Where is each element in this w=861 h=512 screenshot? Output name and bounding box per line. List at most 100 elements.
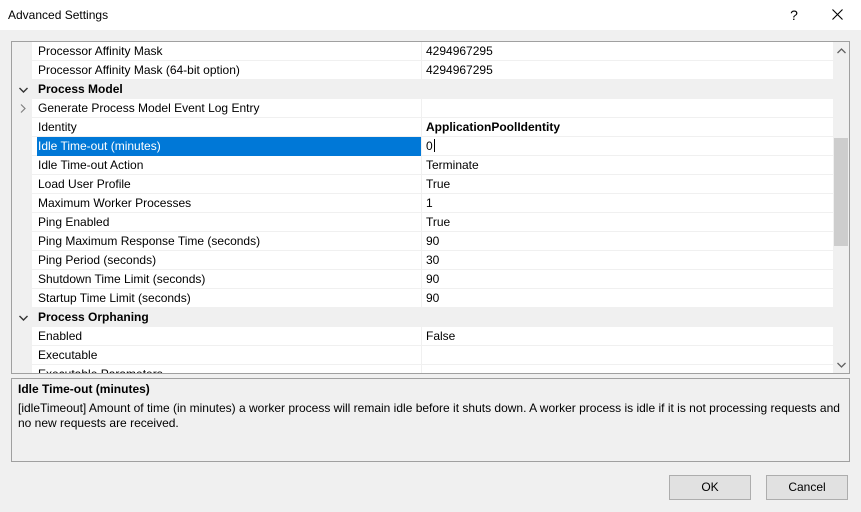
property-row[interactable]: Startup Time Limit (seconds) 90 <box>12 289 833 308</box>
column-divider <box>421 365 422 373</box>
property-value[interactable]: 90 <box>426 289 826 308</box>
property-value[interactable]: 90 <box>426 270 826 289</box>
category-label: Process Model <box>38 82 123 96</box>
property-value-text: 4294967295 <box>426 63 493 77</box>
collapse-chevron-icon[interactable] <box>16 308 30 327</box>
property-name: Idle Time-out Action <box>38 158 144 172</box>
column-divider <box>421 156 422 175</box>
column-divider <box>421 289 422 308</box>
property-row[interactable]: Ping Enabled True <box>12 213 833 232</box>
column-divider <box>421 251 422 270</box>
collapse-chevron-icon[interactable] <box>16 80 30 99</box>
property-name: Idle Time-out (minutes) <box>37 137 421 156</box>
property-row[interactable]: Idle Time-out Action Terminate <box>12 156 833 175</box>
row-gutter <box>12 61 32 80</box>
property-value-editor[interactable]: 0 <box>426 137 826 156</box>
close-button[interactable] <box>822 4 852 26</box>
property-name: Ping Maximum Response Time (seconds) <box>38 234 261 248</box>
column-divider <box>421 42 422 61</box>
vertical-scrollbar[interactable] <box>833 42 849 373</box>
row-gutter <box>12 213 32 232</box>
property-value-text: 1 <box>426 196 433 210</box>
property-value[interactable]: True <box>426 213 826 232</box>
ok-button[interactable]: OK <box>669 475 751 500</box>
scroll-thumb[interactable] <box>834 138 848 246</box>
row-gutter <box>12 365 32 373</box>
property-value[interactable]: 90 <box>426 232 826 251</box>
property-name: Ping Period (seconds) <box>38 253 157 267</box>
chevron-up-icon <box>836 47 846 53</box>
property-value-text: ApplicationPoolIdentity <box>426 120 560 134</box>
property-value-text: 30 <box>426 253 440 267</box>
property-row[interactable]: Executable Parameters <box>12 365 833 373</box>
row-gutter <box>12 289 32 308</box>
property-value[interactable]: 4294967295 <box>426 61 826 80</box>
property-name: Ping Enabled <box>38 215 110 229</box>
property-value-text: 90 <box>426 234 440 248</box>
row-gutter <box>12 156 32 175</box>
property-grid: Processor Affinity Mask 4294967295 Process… <box>11 41 850 374</box>
property-value[interactable]: 30 <box>426 251 826 270</box>
property-row[interactable]: Processor Affinity Mask 4294967295 <box>12 42 833 61</box>
property-value[interactable] <box>426 346 826 365</box>
row-gutter <box>12 175 32 194</box>
category-label: Process Orphaning <box>38 310 149 324</box>
property-name: Shutdown Time Limit (seconds) <box>38 272 206 286</box>
property-value[interactable]: False <box>426 327 826 346</box>
property-value[interactable] <box>426 99 826 118</box>
property-value[interactable] <box>426 365 826 373</box>
column-divider <box>421 175 422 194</box>
property-row[interactable]: Executable <box>12 346 833 365</box>
help-button[interactable]: ? <box>780 4 808 26</box>
property-row[interactable]: Load User Profile True <box>12 175 833 194</box>
property-name: Executable Parameters <box>37 365 421 373</box>
property-value[interactable]: 4294967295 <box>426 42 826 61</box>
row-gutter <box>12 270 32 289</box>
row-gutter <box>12 346 32 365</box>
property-value[interactable]: ApplicationPoolIdentity <box>426 118 826 137</box>
description-panel: Idle Time-out (minutes) [idleTimeout] Am… <box>11 378 850 462</box>
column-divider <box>421 346 422 365</box>
category-row[interactable]: Process Model <box>12 80 833 99</box>
description-title: Idle Time-out (minutes) <box>18 382 150 396</box>
property-value[interactable]: Terminate <box>426 156 826 175</box>
column-divider <box>421 118 422 137</box>
property-row[interactable]: Idle Time-out (minutes) 0 <box>12 137 833 156</box>
property-value-text: Terminate <box>426 158 479 172</box>
property-name: Identity <box>38 120 77 134</box>
property-name: Processor Affinity Mask (64-bit option) <box>38 63 240 77</box>
expand-chevron-icon[interactable] <box>16 99 30 118</box>
property-value-text: True <box>426 215 451 229</box>
property-name: Startup Time Limit (seconds) <box>38 291 191 305</box>
column-divider <box>421 213 422 232</box>
property-row[interactable]: Shutdown Time Limit (seconds) 90 <box>12 270 833 289</box>
window-title: Advanced Settings <box>8 8 109 22</box>
property-row[interactable]: Identity ApplicationPoolIdentity <box>12 118 833 137</box>
property-value[interactable]: 1 <box>426 194 826 213</box>
property-value-text: 4294967295 <box>426 44 493 58</box>
scroll-up-button[interactable] <box>833 42 849 59</box>
property-row[interactable]: Maximum Worker Processes 1 <box>12 194 833 213</box>
row-gutter <box>12 42 32 61</box>
property-row[interactable]: Ping Maximum Response Time (seconds) 90 <box>12 232 833 251</box>
row-gutter <box>12 251 32 270</box>
property-row[interactable]: Enabled False <box>12 327 833 346</box>
scroll-down-button[interactable] <box>833 356 849 373</box>
column-divider <box>421 327 422 346</box>
property-name: Load User Profile <box>38 177 131 191</box>
cancel-button[interactable]: Cancel <box>766 475 848 500</box>
property-value-text: False <box>426 329 456 343</box>
property-name: Generate Process Model Event Log Entry <box>38 101 260 115</box>
property-value-text: 90 <box>426 291 440 305</box>
property-row[interactable]: Processor Affinity Mask (64-bit option) 4… <box>12 61 833 80</box>
row-gutter <box>12 194 32 213</box>
column-divider <box>421 232 422 251</box>
property-name: Processor Affinity Mask <box>38 44 163 58</box>
property-row[interactable]: Generate Process Model Event Log Entry <box>12 99 833 118</box>
row-gutter <box>12 137 32 156</box>
row-gutter <box>12 327 32 346</box>
column-divider <box>421 99 422 118</box>
property-value[interactable]: True <box>426 175 826 194</box>
property-row[interactable]: Ping Period (seconds) 30 <box>12 251 833 270</box>
category-row[interactable]: Process Orphaning <box>12 308 833 327</box>
